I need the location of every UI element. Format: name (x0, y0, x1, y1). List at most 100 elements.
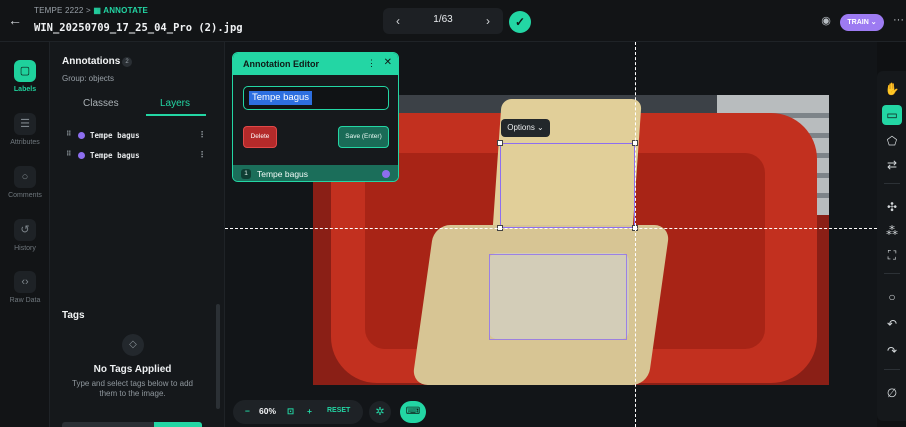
rail-label-attributes: Attributes (10, 139, 40, 146)
class-color-dot (78, 152, 85, 159)
annotation-editor: Annotation Editor ⋮ ✕ Tempe bagus Delete… (232, 52, 399, 182)
annotation-count-badge: 2 (122, 57, 132, 67)
layer-name: Tempe bagus (90, 131, 140, 140)
more-menu-icon[interactable]: ··· (893, 14, 904, 26)
smart-select-icon[interactable]: ✣ (882, 197, 902, 217)
magic-wand-icon[interactable]: ⁂ (882, 221, 902, 241)
list-icon: ☰ (14, 113, 36, 135)
close-icon[interactable]: ✕ (384, 57, 392, 68)
clear-annotations-icon[interactable]: ∅ (882, 383, 902, 403)
crosshair-vertical (635, 42, 636, 427)
comment-tool-icon[interactable]: ○ (882, 287, 902, 307)
rail-label-comments: Comments (8, 192, 42, 199)
tags-empty-title: No Tags Applied (93, 364, 172, 375)
layer-menu-icon[interactable]: ⋮ (198, 130, 206, 139)
rail-label-raw-data: Raw Data (9, 297, 41, 304)
editor-header[interactable]: Annotation Editor ⋮ ✕ (233, 53, 398, 75)
top-bar: ← TEMPE 2222 > ▦ ANNOTATE WIN_20250709_1… (0, 0, 906, 42)
rail-item-raw-data[interactable]: ‹› Raw Data (0, 271, 50, 304)
tool-palette: ✋ ▭ ⬠ ⇄ ✣ ⁂ ⛶ ○ ↶ ↷ ∅ (877, 71, 906, 421)
breadcrumb-project[interactable]: TEMPE 2222 (34, 6, 84, 15)
class-color-dot (382, 170, 390, 178)
hide-annotations-eye-off-icon[interactable]: ◉ (818, 13, 834, 29)
rail-item-comments[interactable]: ○ Comments (0, 166, 50, 199)
bounding-box-1-selected[interactable] (497, 140, 638, 231)
keyboard-shortcuts-icon[interactable]: ⌨ (400, 401, 426, 423)
redo-icon[interactable]: ↷ (882, 341, 902, 361)
panel-scrollbar[interactable] (216, 304, 220, 409)
image-counter: 1/63 (433, 14, 453, 25)
editor-menu-icon[interactable]: ⋮ (367, 58, 376, 69)
train-button[interactable]: TRAIN ⌄ (840, 14, 884, 31)
crosshair-horizontal (225, 228, 877, 229)
drag-handle-icon[interactable]: ⠿ (66, 130, 71, 138)
comment-icon: ○ (14, 166, 36, 188)
class-suggestion-label: Tempe bagus (257, 169, 309, 179)
tag-add-button[interactable] (154, 422, 202, 427)
next-image-button[interactable]: › (479, 13, 497, 29)
resize-handle[interactable] (497, 140, 503, 146)
image-filename: WIN_20250709_17_25_04_Pro (2).jpg (34, 22, 243, 34)
tab-layers[interactable]: Layers (160, 98, 190, 109)
toolbar-divider (884, 183, 900, 184)
tags-empty-hint: Type and select tags below to add them t… (72, 379, 193, 398)
options-button[interactable]: Options ⌄ (501, 119, 550, 137)
class-name-input[interactable]: Tempe bagus (243, 86, 389, 110)
annotation-group: Group: objects (62, 74, 115, 83)
layer-name: Tempe bagus (90, 151, 140, 160)
class-index: 1 (241, 169, 251, 179)
tag-input[interactable] (62, 422, 202, 427)
label-icon: ▢ (14, 60, 36, 82)
undo-icon[interactable]: ↶ (882, 314, 902, 334)
breadcrumb: TEMPE 2222 > ▦ ANNOTATE (34, 6, 148, 15)
zoom-reset-button[interactable]: RESET (327, 407, 350, 414)
tag-icon: ◇ (122, 334, 144, 356)
class-suggestion-row[interactable]: 1 Tempe bagus (233, 165, 398, 181)
breadcrumb-current: ▦ ANNOTATE (93, 6, 149, 15)
zoom-controls: − 60% ⊡ + RESET (233, 400, 363, 424)
pan-hand-icon[interactable]: ✋ (882, 79, 902, 99)
polygon-tool-icon[interactable]: ⬠ (882, 131, 902, 151)
brightness-icon[interactable]: ✲ (369, 401, 391, 423)
rail-item-history[interactable]: ↺ History (0, 219, 50, 252)
breadcrumb-current-label: ANNOTATE (103, 6, 149, 15)
previous-image-button[interactable]: ‹ (389, 13, 407, 29)
tab-classes[interactable]: Classes (83, 98, 119, 109)
rail-label-labels: Labels (13, 86, 37, 93)
code-icon: ‹› (14, 271, 36, 293)
drag-handle-icon[interactable]: ⠿ (66, 150, 71, 158)
bounding-box-2[interactable] (489, 254, 627, 340)
rail-item-attributes[interactable]: ☰ Attributes (0, 113, 50, 146)
left-rail: ▢ Labels ☰ Attributes ○ Comments ↺ Histo… (0, 42, 50, 427)
delete-button[interactable]: Delete (243, 126, 277, 148)
tags-title: Tags (62, 310, 85, 321)
image-pager: ‹ 1/63 › (383, 8, 503, 34)
breadcrumb-separator: > (86, 6, 91, 15)
annotations-panel: Annotations 2 Group: objects Classes Lay… (50, 42, 225, 427)
rail-label-history: History (14, 245, 36, 252)
panel-title: Annotations (62, 56, 121, 67)
save-button[interactable]: Save (Enter) (338, 126, 389, 148)
layer-row[interactable]: ⠿ Tempe bagus ⋮ (66, 149, 206, 163)
zoom-level: 60% (259, 406, 277, 416)
zoom-out-button[interactable]: − (245, 406, 250, 416)
layer-menu-icon[interactable]: ⋮ (198, 150, 206, 159)
mark-complete-check-icon[interactable]: ✓ (509, 11, 531, 33)
zoom-lock-icon[interactable]: ⊡ (287, 406, 294, 417)
annotation-app: ← TEMPE 2222 > ▦ ANNOTATE WIN_20250709_1… (0, 0, 906, 427)
layer-row[interactable]: ⠿ Tempe bagus ⋮ (66, 129, 206, 143)
panel-tabs: Classes Layers (50, 94, 225, 116)
zoom-in-button[interactable]: + (307, 406, 312, 416)
bounding-box-tool-icon[interactable]: ▭ (882, 105, 902, 125)
convert-icon[interactable]: ⇄ (882, 155, 902, 175)
active-tab-underline (146, 114, 206, 116)
class-name-value: Tempe bagus (249, 91, 313, 105)
toolbar-divider (884, 273, 900, 274)
auto-label-icon[interactable]: ⛶ (882, 245, 902, 265)
class-color-dot (78, 132, 85, 139)
rail-item-labels[interactable]: ▢ Labels (0, 60, 50, 93)
back-arrow-icon[interactable]: ← (8, 12, 24, 28)
history-icon: ↺ (14, 219, 36, 241)
editor-title: Annotation Editor (243, 59, 319, 69)
toolbar-divider (884, 369, 900, 370)
